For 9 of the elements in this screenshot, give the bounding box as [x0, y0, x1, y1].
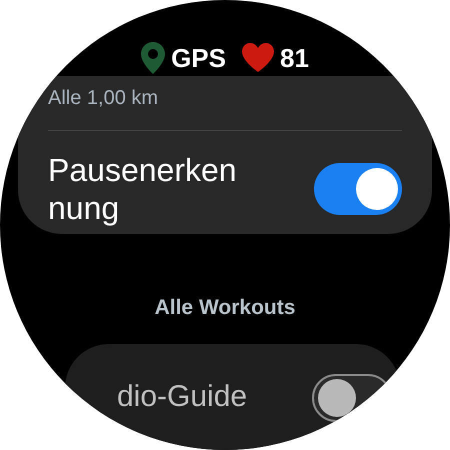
heart-icon	[242, 43, 274, 72]
heart-rate-value: 81	[280, 44, 309, 71]
gps-label: GPS	[171, 44, 226, 71]
audio-guide-label: dio-Guide	[117, 382, 248, 412]
toggle-switch[interactable]	[314, 162, 402, 214]
interval-value: Alle 1,00 km	[48, 88, 160, 108]
section-header: Alle Workouts	[154, 295, 296, 322]
location-pin-icon	[141, 42, 166, 74]
auto-pause-label: Pausenerken nung	[48, 150, 237, 226]
